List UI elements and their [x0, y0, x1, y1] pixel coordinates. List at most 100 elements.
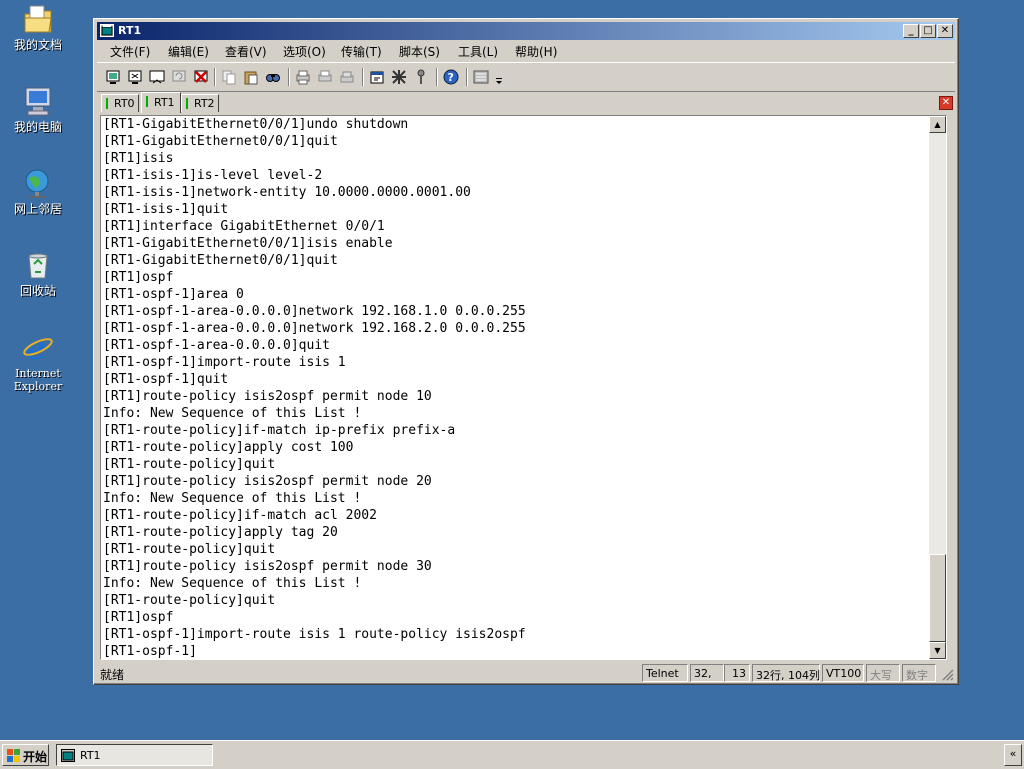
terminal-line: [RT1-route-policy]if-match acl 2002 [103, 508, 377, 523]
menu-help[interactable]: 帮助(H) [515, 43, 557, 60]
terminal-line: [RT1-ospf-1-area-0.0.0.0]quit [103, 338, 330, 353]
desktop-icon-my-computer[interactable]: 我的电脑 [0, 84, 76, 134]
terminal-line: Info: New Sequence of this List ! [103, 491, 362, 506]
windows-logo-icon [6, 748, 21, 763]
terminal-line: [RT1-ospf-1]import-route isis 1 [103, 355, 346, 370]
terminal-line: [RT1-ospf-1-area-0.0.0.0]network 192.168… [103, 321, 526, 336]
print-icon[interactable] [294, 68, 312, 86]
menu-file[interactable]: 文件(F) [110, 43, 150, 60]
resize-grip-icon[interactable] [940, 667, 954, 681]
scroll-thumb[interactable] [929, 554, 946, 642]
title-bar[interactable]: RT1 _ □ ✕ [97, 22, 955, 40]
desktop-icon-label-line2: Explorer [13, 380, 63, 393]
terminal-line: [RT1]ospf [103, 610, 174, 625]
toolbar-separator [436, 68, 438, 86]
menu-edit[interactable]: 编辑(E) [168, 43, 209, 60]
status-bar: 就绪 Telnet 32, 13 32行, 104列 VT100 大写 数字 [97, 663, 955, 683]
session-tabs: RT0 RT1 RT2 ✕ [97, 92, 955, 113]
print-selection-icon[interactable] [316, 68, 334, 86]
desktop-icon-my-documents[interactable]: 我的文档 [0, 2, 76, 52]
tab-connected-indicator [106, 98, 108, 109]
tab-rt0[interactable]: RT0 [101, 94, 139, 112]
terminal-line: [RT1]route-policy isis2ospf permit node … [103, 559, 432, 574]
terminal-line: [RT1-ospf-1]import-route isis 1 route-po… [103, 627, 526, 642]
desktop-icon-label-line1: Internet [15, 367, 61, 380]
taskbar-item-rt1[interactable]: RT1 [56, 744, 213, 766]
tab-rt2[interactable]: RT2 [181, 94, 219, 112]
recycle-bin-icon [21, 248, 55, 282]
terminal-line: [RT1]ospf [103, 270, 174, 285]
minimize-button[interactable]: _ [903, 24, 919, 38]
terminal-line: [RT1-ospf-1-area-0.0.0.0]network 192.168… [103, 304, 526, 319]
desktop-icon-network[interactable]: 网上邻居 [0, 166, 76, 216]
menu-script[interactable]: 脚本(S) [399, 43, 440, 60]
terminal-line: [RT1-ospf-1]area 0 [103, 287, 244, 302]
toolbar-separator [362, 68, 364, 86]
toolbar: ? [97, 62, 955, 92]
menu-tools[interactable]: 工具(L) [458, 43, 498, 60]
status-cursor-col: 13 [724, 664, 750, 682]
copy-icon[interactable] [220, 68, 238, 86]
terminal-app-icon [100, 24, 114, 37]
vertical-scrollbar[interactable]: ▲ ▼ [929, 116, 946, 659]
tab-label: RT0 [114, 97, 135, 110]
close-tab-button[interactable]: ✕ [939, 96, 953, 110]
menu-options[interactable]: 选项(O) [283, 43, 326, 60]
menu-bar: 文件(F) 编辑(E) 查看(V) 选项(O) 传输(T) 脚本(S) 工具(L… [97, 41, 955, 60]
terminal-line: [RT1-GigabitEthernet0/0/1]quit [103, 253, 338, 268]
reconnect-icon[interactable] [170, 68, 188, 86]
terminal-line: [RT1-ospf-1] [103, 644, 197, 658]
internet-explorer-icon: e [21, 329, 55, 367]
scroll-up-button[interactable]: ▲ [929, 116, 946, 133]
tab-connected-indicator [146, 96, 148, 107]
toolbar-overflow-icon[interactable] [494, 68, 504, 86]
status-size: 32行, 104列 [752, 664, 820, 682]
desktop-icon-recycle-bin[interactable]: 回收站 [0, 248, 76, 298]
terminal-line: [RT1-route-policy]if-match ip-prefix pre… [103, 423, 456, 438]
terminal-line: [RT1-route-policy]quit [103, 457, 276, 472]
toolbar-separator [214, 68, 216, 86]
desktop-icon-label: 回收站 [19, 284, 56, 298]
desktop-icon-label: 网上邻居 [13, 202, 62, 216]
status-num: 数字 [902, 664, 936, 682]
maximize-button[interactable]: □ [920, 24, 936, 38]
paste-icon[interactable] [242, 68, 260, 86]
terminal-app-icon [61, 748, 75, 762]
toolbar-separator [288, 68, 290, 86]
connect-icon[interactable] [104, 68, 122, 86]
tray-expand-button[interactable]: « [1004, 744, 1022, 766]
menu-transfer[interactable]: 传输(T) [341, 43, 382, 60]
desktop-icon-internet-explorer[interactable]: e Internet Explorer [0, 329, 76, 393]
help-icon[interactable]: ? [442, 68, 460, 86]
menu-view[interactable]: 查看(V) [225, 43, 267, 60]
close-button[interactable]: ✕ [937, 24, 953, 38]
terminal-area[interactable]: [RT1-GigabitEthernet0/0/1]undo shutdown [… [100, 115, 947, 660]
terminal-line: [RT1-route-policy]quit [103, 593, 276, 608]
connect-tab-icon[interactable] [148, 68, 166, 86]
session-options-icon[interactable] [368, 68, 386, 86]
disconnect-icon[interactable] [192, 68, 210, 86]
terminal-line: [RT1]route-policy isis2ospf permit node … [103, 474, 432, 489]
quick-connect-icon[interactable] [126, 68, 144, 86]
scroll-down-button[interactable]: ▼ [929, 642, 946, 659]
terminal-output[interactable]: [RT1-GigabitEthernet0/0/1]undo shutdown [… [103, 116, 933, 658]
desktop-icon-label: 我的文档 [13, 38, 62, 52]
tab-connected-indicator [186, 98, 188, 109]
keypad-icon[interactable] [472, 68, 490, 86]
global-options-icon[interactable] [390, 68, 408, 86]
keymap-icon[interactable] [412, 68, 430, 86]
start-button[interactable]: 开始 [2, 744, 49, 766]
taskbar-item-label: RT1 [80, 749, 101, 762]
printer-setup-icon[interactable] [338, 68, 356, 86]
find-icon[interactable] [264, 68, 282, 86]
status-ready: 就绪 [100, 668, 125, 682]
securecrt-window: RT1 _ □ ✕ 文件(F) 编辑(E) 查看(V) 选项(O) 传输(T) … [93, 18, 959, 685]
terminal-line: [RT1]interface GigabitEthernet 0/0/1 [103, 219, 385, 234]
start-label: 开始 [23, 750, 48, 764]
terminal-line: [RT1-route-policy]apply cost 100 [103, 440, 354, 455]
desktop-icon-label: 我的电脑 [13, 120, 62, 134]
terminal-line: [RT1-isis-1]network-entity 10.0000.0000.… [103, 185, 471, 200]
terminal-line: [RT1-route-policy]apply tag 20 [103, 525, 338, 540]
terminal-line: [RT1-GigabitEthernet0/0/1]isis enable [103, 236, 393, 251]
tab-rt1[interactable]: RT1 [141, 92, 181, 113]
